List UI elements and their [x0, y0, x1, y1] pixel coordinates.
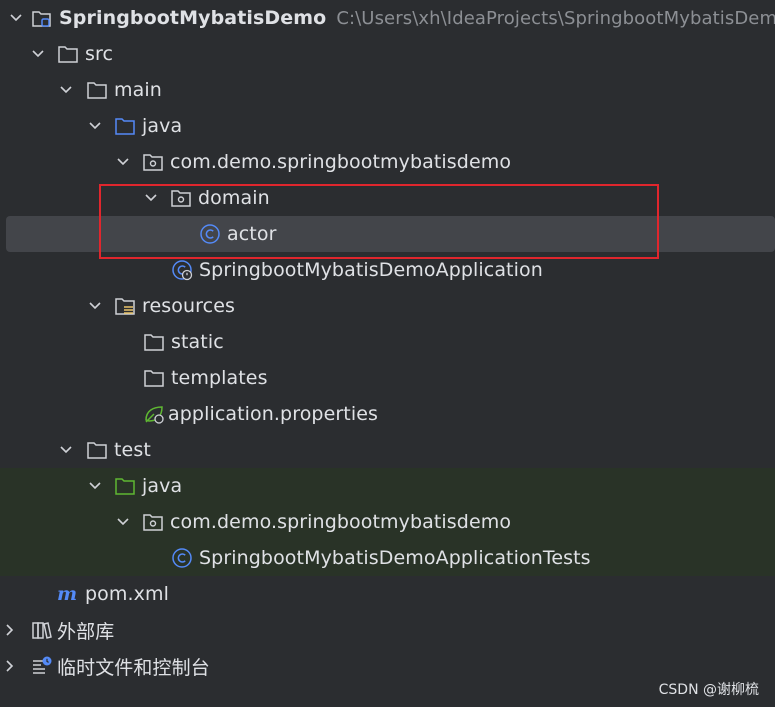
- chevron-down-icon[interactable]: [59, 83, 73, 97]
- chevron-down-icon[interactable]: [116, 515, 130, 529]
- tree-label-templates: templates: [171, 367, 268, 389]
- project-path: C:\Users\xh\IdeaProjects\SpringbootMybat…: [336, 7, 775, 29]
- tree-label-actor: actor: [227, 223, 277, 245]
- tree-label-java: java: [142, 115, 183, 137]
- spring-properties-icon: [143, 403, 165, 425]
- tree-row-java-main[interactable]: java: [0, 108, 775, 144]
- chevron-right-icon[interactable]: [3, 623, 17, 637]
- tree-label-test: test: [114, 439, 151, 461]
- folder-icon: [143, 367, 165, 389]
- chevron-down-icon[interactable]: [31, 47, 45, 61]
- folder-icon: [86, 439, 108, 461]
- tree-label-app-class: SpringbootMybatisDemoApplication: [199, 259, 543, 281]
- tree-row-external-libs[interactable]: 外部库: [0, 612, 775, 648]
- tree-row-domain[interactable]: domain: [0, 180, 775, 216]
- tree-label-domain: domain: [198, 187, 270, 209]
- class-icon: [171, 547, 193, 569]
- tree-label-app-properties: application.properties: [168, 403, 379, 425]
- chevron-down-icon[interactable]: [88, 299, 102, 313]
- chevron-down-icon[interactable]: [116, 155, 130, 169]
- tree-row-pom[interactable]: m pom.xml: [0, 576, 775, 612]
- tree-row-package-test[interactable]: com.demo.springbootmybatisdemo: [0, 504, 775, 540]
- tree-label-external-libs: 外部库: [57, 620, 115, 643]
- tree-row-java-test[interactable]: java: [0, 468, 775, 504]
- tree-row-actor[interactable]: actor: [0, 216, 775, 252]
- tree-label-pom: pom.xml: [85, 583, 169, 605]
- tree-label-scratches: 临时文件和控制台: [57, 656, 210, 679]
- scratches-icon: [31, 655, 53, 677]
- test-root-folder-icon: [114, 475, 136, 497]
- tree-row-app-class[interactable]: SpringbootMybatisDemoApplication: [0, 252, 775, 288]
- package-icon: [170, 187, 192, 209]
- tree-row-src[interactable]: src: [0, 36, 775, 72]
- folder-icon: [86, 79, 108, 101]
- folder-icon: [143, 331, 165, 353]
- tree-row-test[interactable]: test: [0, 432, 775, 468]
- resources-root-icon: [114, 295, 136, 317]
- tree-label-src: src: [85, 43, 114, 65]
- tree-label-main: main: [114, 79, 162, 101]
- tree-row-test-class[interactable]: SpringbootMybatisDemoApplicationTests: [0, 540, 775, 576]
- maven-icon: m: [57, 583, 79, 605]
- watermark: CSDN @谢柳梳: [658, 682, 759, 698]
- tree-label-package: com.demo.springbootmybatisdemo: [170, 151, 512, 173]
- class-icon: [199, 223, 221, 245]
- selection-highlight: [6, 216, 775, 252]
- chevron-down-icon[interactable]: [59, 443, 73, 457]
- tree-label-static: static: [171, 331, 224, 353]
- tree-label-package-test: com.demo.springbootmybatisdemo: [170, 511, 512, 533]
- library-icon: [31, 619, 53, 641]
- tree-row-templates[interactable]: templates: [0, 360, 775, 396]
- folder-icon: [57, 43, 79, 65]
- tree-row-resources[interactable]: resources: [0, 288, 775, 324]
- package-icon: [142, 151, 164, 173]
- source-root-folder-icon: [114, 115, 136, 137]
- tree-row-static[interactable]: static: [0, 324, 775, 360]
- spring-boot-class-icon: [171, 259, 193, 281]
- chevron-down-icon[interactable]: [88, 479, 102, 493]
- project-name: SpringbootMybatisDemo: [59, 7, 327, 29]
- tree-row-app-properties[interactable]: application.properties: [0, 396, 775, 432]
- tree-label-java-test: java: [142, 475, 183, 497]
- tree-row-package-main[interactable]: com.demo.springbootmybatisdemo: [0, 144, 775, 180]
- package-icon: [142, 511, 164, 533]
- tree-row-project[interactable]: SpringbootMybatisDemo C:\Users\xh\IdeaPr…: [0, 0, 775, 36]
- tree-label-test-class: SpringbootMybatisDemoApplicationTests: [199, 547, 591, 569]
- tree-row-main[interactable]: main: [0, 72, 775, 108]
- project-tree: SpringbootMybatisDemo C:\Users\xh\IdeaPr…: [0, 0, 775, 707]
- module-folder-icon: [31, 7, 53, 29]
- tree-label-resources: resources: [142, 295, 235, 317]
- chevron-right-icon[interactable]: [3, 659, 17, 673]
- chevron-down-icon[interactable]: [88, 119, 102, 133]
- chevron-down-icon[interactable]: [9, 11, 23, 25]
- svg-text:m: m: [57, 583, 77, 605]
- chevron-down-icon[interactable]: [144, 191, 158, 205]
